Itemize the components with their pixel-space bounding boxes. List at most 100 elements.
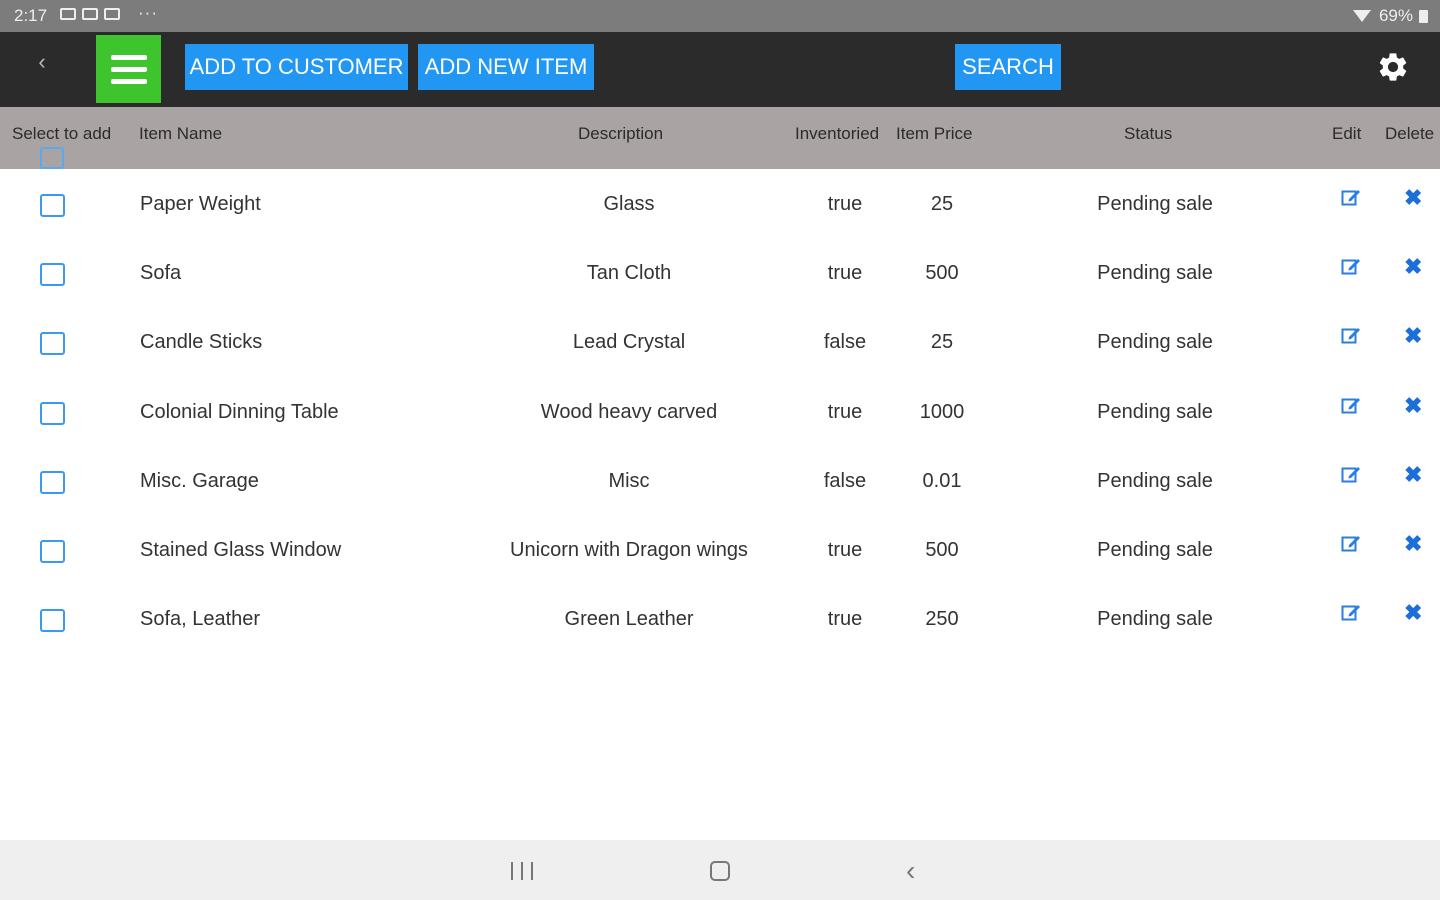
table-row: Sofa, Leather Green Leather true 250 Pen… <box>0 584 1440 653</box>
item-inventoried: true <box>827 538 863 561</box>
item-description: Unicorn with Dragon wings <box>510 538 748 561</box>
item-name: Sofa <box>140 262 182 285</box>
item-description: Lead Crystal <box>572 331 686 354</box>
item-inventoried: false <box>823 331 867 354</box>
item-list: Paper Weight Glass true 25 Pending sale … <box>0 169 1440 653</box>
status-time: 2:17 <box>14 6 48 25</box>
table-row: Stained Glass Window Unicorn with Dragon… <box>0 515 1440 584</box>
row-select-checkbox[interactable] <box>40 194 65 217</box>
table-row: Sofa Tan Cloth true 500 Pending sale ✖ <box>0 238 1440 307</box>
header-edit: Edit <box>1332 124 1362 143</box>
back-icon[interactable]: ‹ <box>906 855 915 887</box>
battery-percent: 69% <box>1378 6 1413 25</box>
item-status: Pending sale <box>1097 262 1213 285</box>
item-status: Pending sale <box>1097 400 1213 423</box>
row-select-checkbox[interactable] <box>40 470 65 494</box>
header-item-price: Item Price <box>896 124 973 143</box>
header-select: Select to add <box>12 124 112 143</box>
item-description: Green Leather <box>564 608 694 631</box>
table-row: Paper Weight Glass true 25 Pending sale … <box>0 169 1440 238</box>
item-status: Pending sale <box>1097 538 1213 561</box>
delete-icon[interactable]: ✖ <box>1404 393 1422 419</box>
add-new-item-button[interactable]: ADD NEW ITEM <box>418 44 594 90</box>
edit-icon[interactable] <box>1341 534 1361 552</box>
delete-icon[interactable]: ✖ <box>1404 185 1422 211</box>
recent-bar <box>511 862 513 880</box>
recent-apps-icon[interactable] <box>511 862 533 880</box>
table-row: Colonial Dinning Table Wood heavy carved… <box>0 377 1440 446</box>
item-description: Wood heavy carved <box>540 400 718 423</box>
edit-icon[interactable] <box>1341 603 1361 621</box>
row-select-checkbox[interactable] <box>40 401 65 425</box>
item-status: Pending sale <box>1097 469 1213 492</box>
edit-icon[interactable] <box>1341 257 1361 275</box>
table-header: Select to add Item Name Description Inve… <box>0 107 1440 169</box>
delete-icon[interactable]: ✖ <box>1404 323 1422 349</box>
wifi-icon <box>1352 10 1371 22</box>
header-item-name: Item Name <box>139 124 223 143</box>
header-inventoried: Inventoried <box>795 124 880 143</box>
battery-icon <box>1419 9 1428 23</box>
row-select-checkbox[interactable] <box>40 332 65 356</box>
item-price: 500 <box>925 538 959 561</box>
item-price: 0.01 <box>922 469 962 492</box>
delete-icon[interactable]: ✖ <box>1404 254 1422 280</box>
item-name: Sofa, Leather <box>140 608 261 631</box>
edit-icon[interactable] <box>1341 465 1361 483</box>
row-select-checkbox[interactable] <box>40 609 65 633</box>
home-icon[interactable] <box>710 861 730 881</box>
select-all-checkbox[interactable] <box>40 147 64 169</box>
item-description: Tan Cloth <box>586 262 672 285</box>
menu-bar <box>110 66 147 72</box>
row-select-checkbox[interactable] <box>40 263 65 287</box>
more-notifications-icon: ··· <box>138 3 158 22</box>
row-select-checkbox[interactable] <box>40 539 65 563</box>
back-arrow-icon[interactable]: ‹ <box>28 48 56 76</box>
item-name: Misc. Garage <box>140 469 259 492</box>
item-status: Pending sale <box>1097 331 1213 354</box>
status-bar: 2:17 ··· 69% <box>0 0 1440 32</box>
search-button[interactable]: SEARCH <box>955 44 1061 90</box>
item-price: 1000 <box>919 400 965 423</box>
item-price: 250 <box>925 608 959 631</box>
item-name: Colonial Dinning Table <box>140 400 339 423</box>
delete-icon[interactable]: ✖ <box>1404 462 1422 488</box>
gear-icon[interactable] <box>1376 50 1410 84</box>
table-row: Misc. Garage Misc false 0.01 Pending sal… <box>0 446 1440 515</box>
gallery-notification-icon <box>82 8 98 20</box>
recent-bar <box>521 862 523 880</box>
menu-bar <box>110 54 147 60</box>
recent-bar <box>531 862 533 880</box>
item-inventoried: true <box>827 193 863 215</box>
notification-icons <box>60 8 120 20</box>
item-status: Pending sale <box>1097 193 1213 215</box>
item-price: 500 <box>925 262 959 285</box>
header-description: Description <box>578 124 664 143</box>
add-to-customer-button[interactable]: ADD TO CUSTOMER <box>185 44 408 90</box>
item-description: Misc <box>608 469 650 492</box>
item-inventoried: true <box>827 608 863 631</box>
delete-icon[interactable]: ✖ <box>1404 531 1422 557</box>
edit-icon[interactable] <box>1341 326 1361 344</box>
edit-icon[interactable] <box>1341 396 1361 414</box>
item-price: 25 <box>930 331 954 354</box>
item-price: 25 <box>930 193 954 215</box>
system-nav-bar: ‹ <box>0 840 1440 900</box>
menu-bar <box>110 78 147 84</box>
image-notification-icon <box>60 8 76 20</box>
item-inventoried: false <box>823 469 867 492</box>
video-notification-icon <box>104 8 120 20</box>
item-name: Candle Sticks <box>140 331 263 354</box>
item-inventoried: true <box>827 400 863 423</box>
item-name: Stained Glass Window <box>140 538 342 561</box>
table-row: Candle Sticks Lead Crystal false 25 Pend… <box>0 307 1440 376</box>
hamburger-menu-icon[interactable] <box>96 35 161 103</box>
edit-icon[interactable] <box>1341 188 1361 206</box>
item-status: Pending sale <box>1097 608 1213 631</box>
item-name: Paper Weight <box>140 193 261 215</box>
status-right: 69% <box>1352 6 1428 26</box>
delete-icon[interactable]: ✖ <box>1404 600 1422 626</box>
header-status: Status <box>1124 124 1173 143</box>
header-delete: Delete <box>1385 124 1435 143</box>
item-inventoried: true <box>827 262 863 285</box>
